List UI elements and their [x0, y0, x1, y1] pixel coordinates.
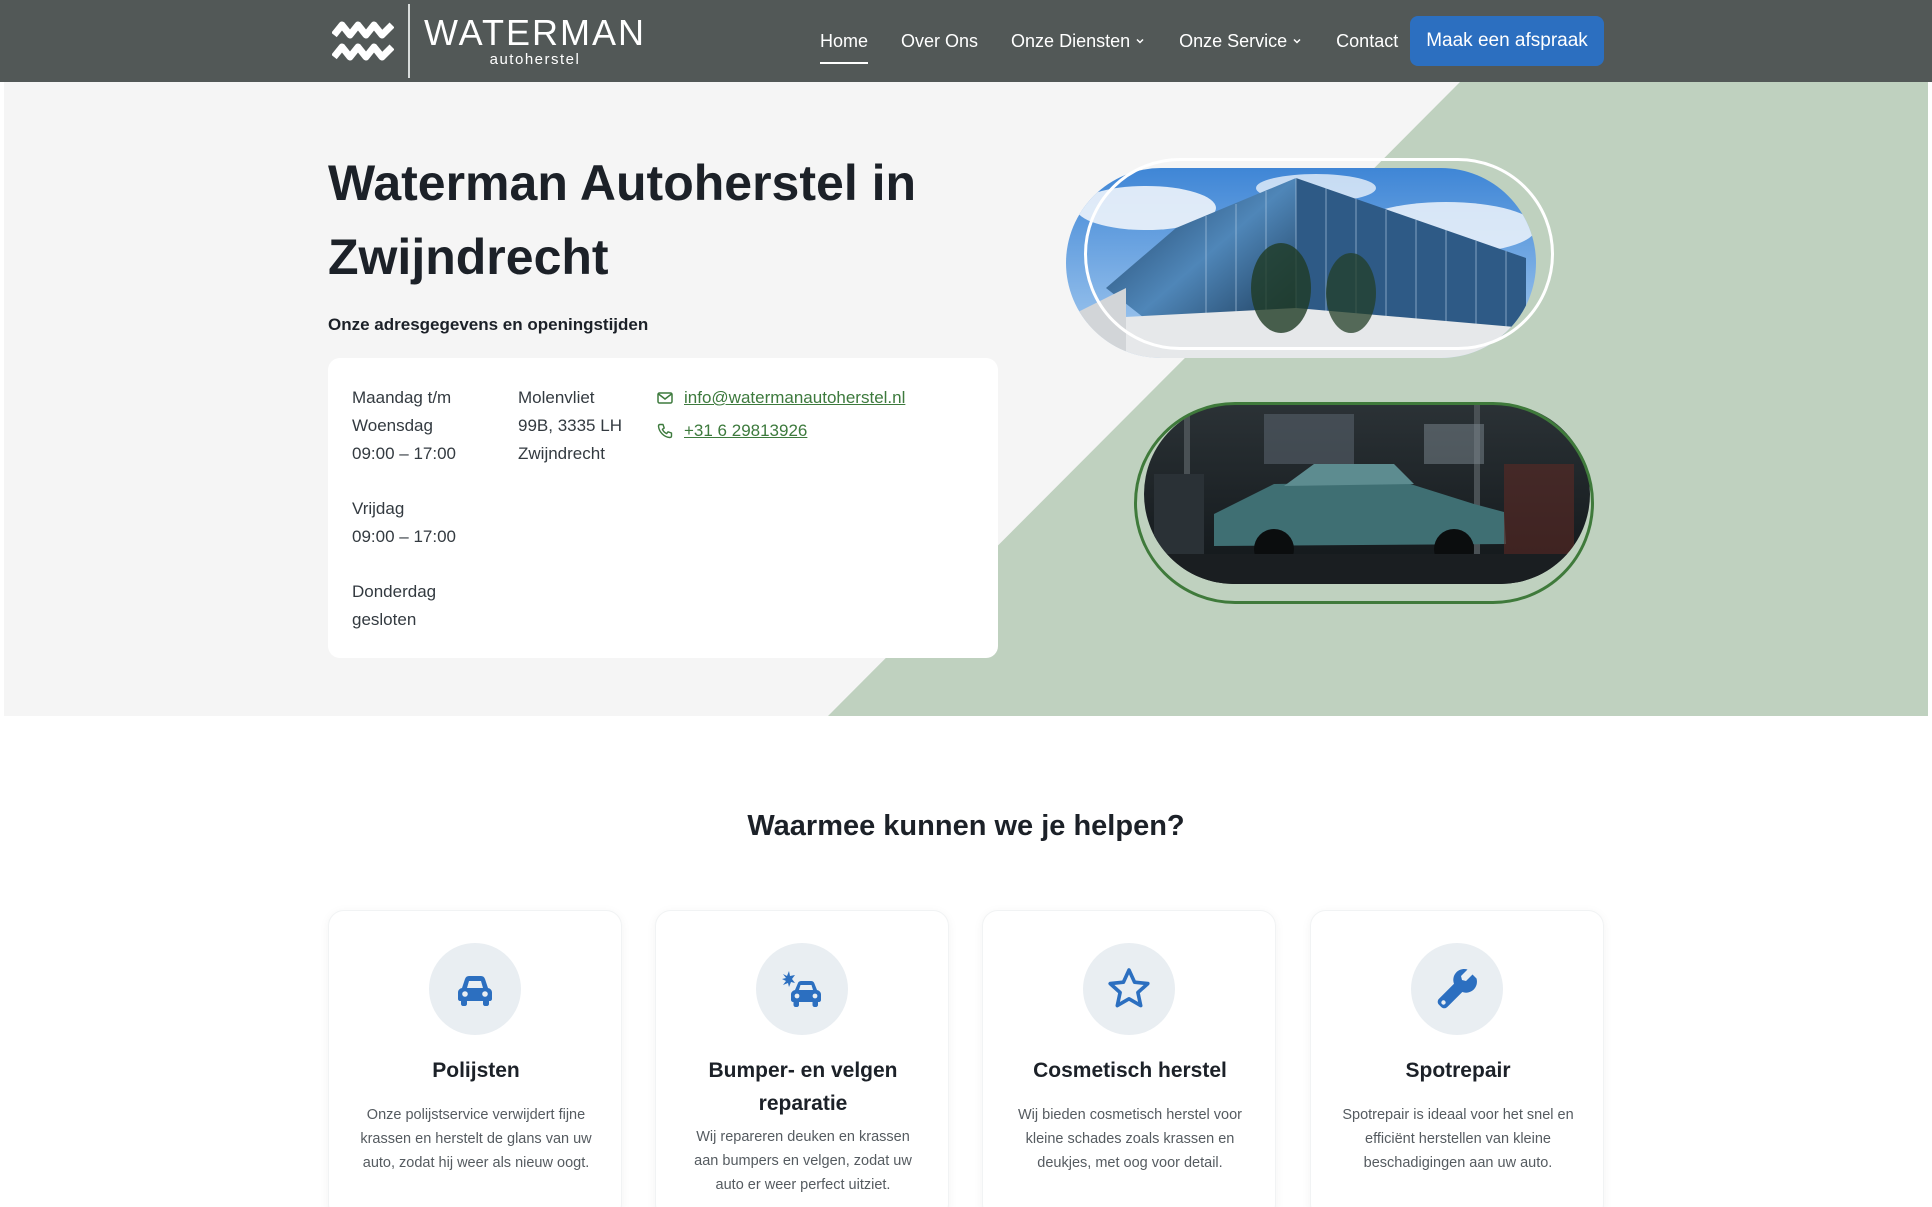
service-title: Spotrepair [1405, 1059, 1511, 1082]
logo-divider [408, 4, 410, 78]
waves-logo-icon [332, 21, 394, 61]
logo-name: WATERMAN [424, 12, 646, 53]
hours-block: Maandag t/m Woensdag 09:00 – 17:00 [352, 384, 492, 468]
hours-days: Donderdag [352, 582, 437, 601]
hours-days: Vrijdag [352, 499, 405, 518]
service-card-spotrepair[interactable]: Spotrepair Spotrepair is ideaal voor het… [1310, 910, 1604, 1207]
phone-icon [657, 423, 673, 439]
nav-item-over-ons[interactable]: Over Ons [901, 31, 978, 52]
page-title: Waterman Autoherstel in Zwijndrecht [328, 155, 917, 285]
photo-outline [1084, 158, 1554, 350]
nav-item-onze-service[interactable]: Onze Service [1179, 31, 1303, 52]
hours-time: gesloten [352, 610, 417, 629]
star-icon [1108, 968, 1150, 1008]
wrench-icon [1437, 969, 1477, 1009]
contact-links: info@watermanautoherstel.nl +31 6 298139… [656, 384, 976, 450]
hours-time: 09:00 – 17:00 [352, 527, 456, 546]
chevron-down-icon [1136, 38, 1144, 44]
email-link[interactable]: info@watermanautoherstel.nl [684, 384, 905, 412]
phone-link[interactable]: +31 6 29813926 [684, 417, 807, 445]
service-description: Onze polijstservice verwijdert fijne kra… [360, 1107, 592, 1171]
services-grid: Polijsten Onze polijstservice verwijdert… [328, 910, 1604, 1207]
services-heading: Waarmee kunnen we je helpen? [747, 810, 1185, 842]
service-description: Spotrepair is ideaal voor het snel en ef… [1342, 1107, 1574, 1171]
service-card-polijsten[interactable]: Polijsten Onze polijstservice verwijdert… [328, 910, 622, 1207]
opening-hours: Maandag t/m Woensdag 09:00 – 17:00 Vrijd… [352, 384, 492, 661]
nav-item-home[interactable]: Home [820, 31, 869, 64]
site-header: WATERMAN autoherstel Home Over Ons Onze … [0, 0, 1932, 82]
hours-days: Maandag t/m Woensdag [352, 388, 452, 435]
make-appointment-button[interactable]: Maak een afspraak [1410, 16, 1604, 66]
logo-subtitle: autoherstel [489, 51, 581, 68]
nav-item-onze-diensten[interactable]: Onze Diensten [1011, 31, 1146, 52]
service-description: Wij repareren deuken en krassen aan bump… [694, 1129, 912, 1193]
mail-icon [657, 392, 673, 404]
service-card-cosmetisch[interactable]: Cosmetisch herstel Wij bieden cosmetisch… [982, 910, 1276, 1207]
car-crash-icon [782, 971, 821, 1007]
hero-subtitle: Onze adresgegevens en openingstijden [328, 315, 649, 334]
address: Molenvliet 99B, 3335 LH Zwijndrecht [518, 388, 622, 463]
service-description: Wij bieden cosmetisch herstel voor klein… [1017, 1107, 1243, 1171]
hours-block: Donderdag gesloten [352, 578, 492, 634]
main-nav: Home Over Ons Onze Diensten Onze Service… [820, 0, 1431, 82]
hero-section: Waterman Autoherstel in Zwijndrecht Onze… [4, 82, 1928, 716]
hours-time: 09:00 – 17:00 [352, 444, 456, 463]
service-title: Polijsten [432, 1059, 520, 1082]
service-title: Cosmetisch herstel [1033, 1059, 1227, 1082]
chevron-down-icon [1293, 38, 1301, 44]
logo[interactable]: WATERMAN autoherstel [332, 4, 646, 78]
nav-item-contact[interactable]: Contact [1336, 31, 1398, 52]
car-icon [458, 976, 492, 1006]
contact-info-card: Maandag t/m Woensdag 09:00 – 17:00 Vrijd… [328, 358, 998, 658]
service-card-bumper-velgen[interactable]: Bumper- en velgen reparatie Wij reparere… [655, 910, 949, 1207]
photo-outline [1134, 402, 1594, 604]
service-title: Bumper- en velgen reparatie [708, 1059, 898, 1115]
hours-block: Vrijdag 09:00 – 17:00 [352, 495, 492, 551]
